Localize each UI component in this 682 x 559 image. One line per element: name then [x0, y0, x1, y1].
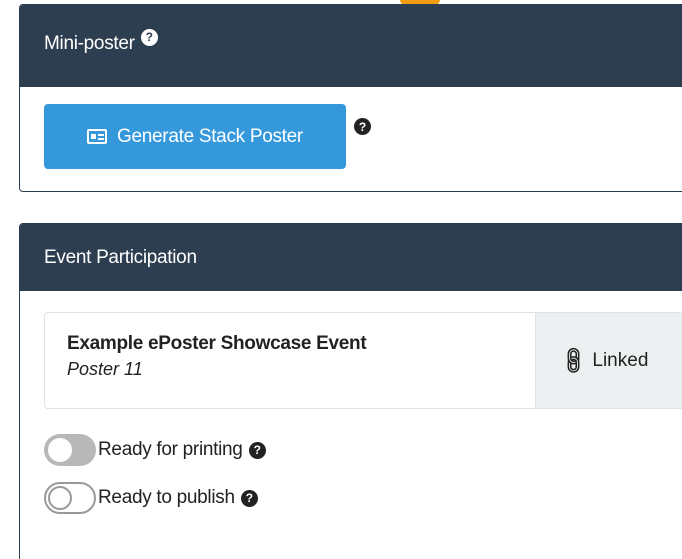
- generate-stack-poster-button[interactable]: Generate Stack Poster: [44, 104, 346, 169]
- event-participation-title: Event Participation: [44, 246, 197, 268]
- id-card-icon: [87, 129, 108, 144]
- ready-for-printing-toggle[interactable]: [44, 434, 96, 466]
- event-participation-panel: Event Participation Example ePoster Show…: [19, 223, 682, 559]
- ready-to-publish-toggle[interactable]: [44, 482, 96, 514]
- event-poster-number: Poster 11: [67, 359, 143, 379]
- event-status-label: Linked: [592, 349, 649, 371]
- ready-to-publish-label: Ready to publish: [98, 487, 235, 508]
- mini-poster-title: Mini-poster: [44, 33, 135, 54]
- generate-stack-poster-label: Generate Stack Poster: [117, 125, 303, 147]
- ready-to-publish-row: Ready to publish ?: [44, 482, 258, 514]
- event-linked-status[interactable]: 🔗︎ Linked: [535, 313, 682, 408]
- mini-poster-header: Mini-poster ?: [20, 5, 682, 87]
- mini-poster-panel: Mini-poster ? Generate Stack Poster ?: [19, 4, 682, 192]
- toggle-knob: [48, 438, 72, 462]
- event-participation-header: Event Participation: [20, 224, 682, 291]
- question-circle-icon[interactable]: ?: [140, 28, 158, 46]
- link-icon: 🔗︎: [557, 344, 591, 378]
- event-info: Example ePoster Showcase Event Poster 11: [45, 313, 535, 408]
- event-list-item: Example ePoster Showcase Event Poster 11…: [44, 312, 682, 409]
- event-name: Example ePoster Showcase Event: [67, 333, 367, 354]
- question-circle-icon[interactable]: ?: [240, 489, 258, 507]
- question-circle-icon[interactable]: ?: [248, 441, 266, 459]
- question-circle-icon[interactable]: ?: [354, 118, 371, 135]
- ready-for-printing-row: Ready for printing ?: [44, 434, 266, 466]
- toggle-knob: [48, 486, 72, 510]
- ready-for-printing-label: Ready for printing: [98, 439, 243, 460]
